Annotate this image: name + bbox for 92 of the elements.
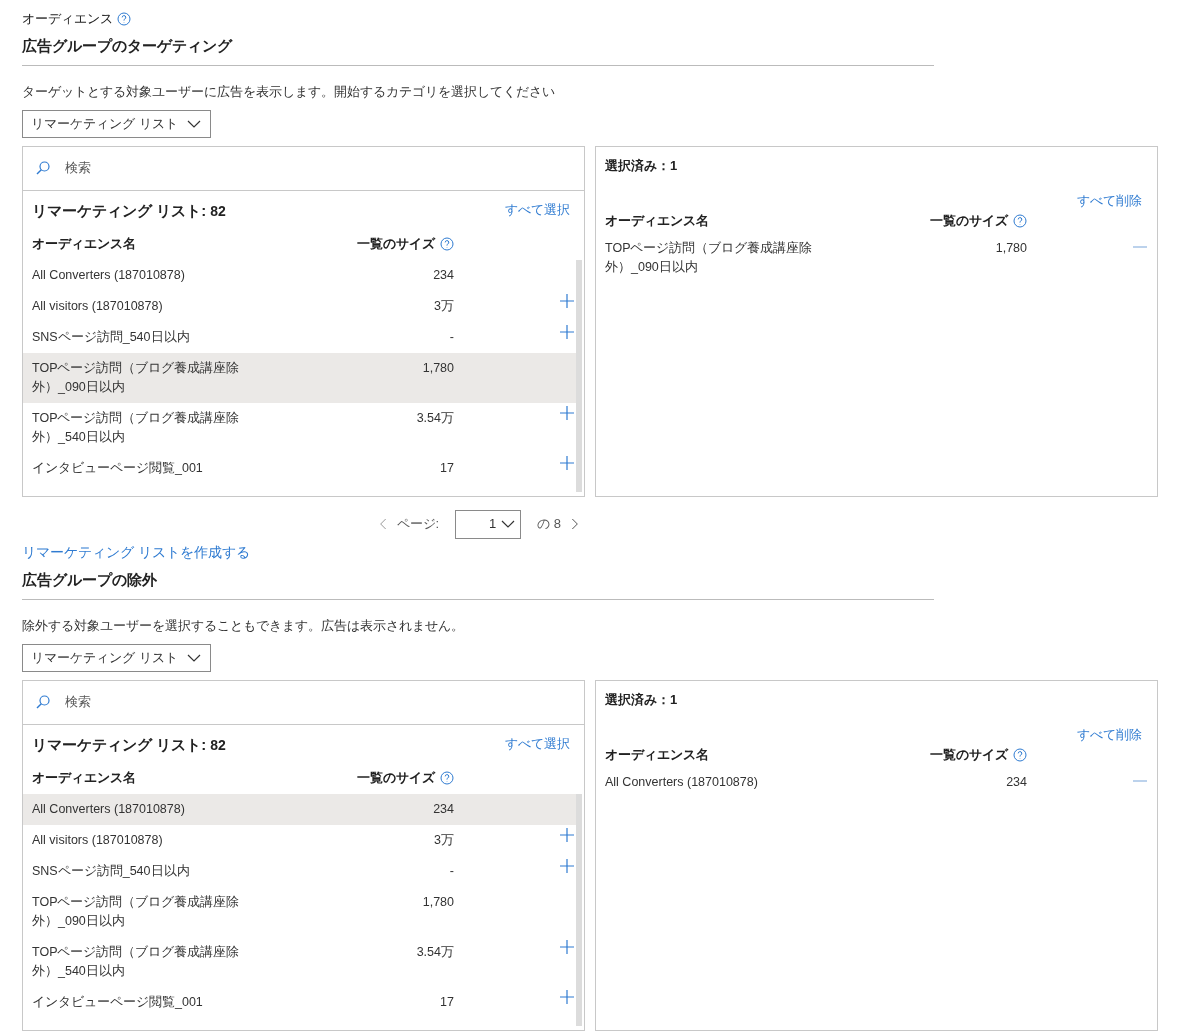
column-header: 一覧のサイズ (357, 769, 435, 788)
audience-size: - (448, 863, 454, 880)
add-icon[interactable] (560, 859, 574, 873)
search-field[interactable]: 検索 (65, 158, 572, 178)
audience-row[interactable]: All visitors (187010878) 3万 (23, 825, 576, 856)
select-all-link[interactable]: すべて選択 (505, 199, 570, 219)
help-icon[interactable] (1013, 213, 1027, 228)
column-header: オーディエンス名 (32, 235, 137, 254)
section-title: 広告グループの除外 (22, 568, 934, 600)
column-header: オーディエンス名 (32, 769, 137, 788)
audience-row[interactable]: All Converters (187010878) 234 (23, 794, 576, 825)
audience-row[interactable]: SNSページ訪問_540日以内 - (23, 322, 576, 353)
add-icon[interactable] (560, 990, 574, 1004)
audience-size: 1,780 (421, 894, 454, 911)
remove-icon[interactable] (1133, 778, 1147, 783)
add-icon[interactable] (560, 828, 574, 842)
audience-row[interactable]: TOPページ訪問（ブログ養成講座除外）_540日以内 3.54万 (23, 403, 576, 453)
audience-label: オーディエンス (22, 10, 113, 28)
selected-count-title: 選択済み：1 (605, 156, 679, 175)
scrollbar[interactable] (576, 794, 582, 1026)
audience-name: All Converters (187010878) (32, 267, 186, 284)
audience-size: 234 (1005, 773, 1027, 791)
audience-name: All Converters (187010878) (605, 773, 759, 791)
audience-row[interactable]: インタビューページ閲覧_001 17 (23, 453, 576, 484)
column-header: オーディエンス名 (605, 211, 710, 230)
help-icon[interactable] (440, 771, 454, 785)
page-dropdown[interactable]: 1 (455, 509, 522, 539)
create-list-link[interactable]: リマーケティング リストを作成する (22, 541, 250, 563)
search-icon (35, 160, 51, 176)
audience-size: 234 (432, 801, 454, 818)
audience-size: - (448, 329, 454, 346)
audience-row[interactable]: All visitors (187010878) 3万 (23, 291, 576, 322)
list-title: リマーケティング リスト: (32, 200, 207, 221)
list-count: 82 (210, 735, 226, 755)
add-icon[interactable] (560, 325, 574, 339)
audience-size: 17 (439, 994, 454, 1011)
audience-size: 3.54万 (415, 944, 454, 961)
add-icon[interactable] (560, 456, 574, 470)
selected-count-title: 選択済み：1 (605, 690, 679, 709)
add-icon[interactable] (560, 294, 574, 308)
list-count: 82 (210, 201, 226, 221)
category-dropdown[interactable]: リマーケティング リスト (22, 643, 211, 672)
list-title: リマーケティング リスト: (32, 734, 207, 755)
column-header: オーディエンス名 (605, 745, 710, 764)
search-icon (35, 694, 51, 710)
page-total: の 8 (537, 515, 561, 534)
help-icon[interactable] (1013, 747, 1027, 762)
section-description: 除外する対象ユーザーを選択することもできます。広告は表示されません。 (22, 617, 465, 635)
add-icon[interactable] (560, 406, 574, 420)
audience-size: 17 (439, 460, 454, 477)
next-page-icon[interactable] (569, 516, 579, 532)
audience-name: All visitors (187010878) (32, 298, 164, 315)
column-header: 一覧のサイズ (357, 235, 435, 254)
remove-all-link[interactable]: すべて削除 (1077, 191, 1142, 211)
remove-icon[interactable] (1133, 244, 1147, 249)
audience-size: 3.54万 (415, 410, 454, 427)
audience-name: インタビューページ閲覧_001 (32, 460, 204, 477)
audience-name: All Converters (187010878) (32, 801, 186, 818)
column-header: 一覧のサイズ (930, 745, 1008, 764)
section-title: 広告グループのターゲティング (22, 34, 934, 66)
audience-name: TOPページ訪問（ブログ養成講座除外）_090日以内 (32, 360, 241, 396)
search-field[interactable]: 検索 (65, 692, 572, 712)
audience-row[interactable]: SNSページ訪問_540日以内 - (23, 856, 576, 887)
column-header: 一覧のサイズ (930, 211, 1008, 230)
audience-size: 1,780 (994, 239, 1027, 257)
audience-name: インタビューページ閲覧_001 (32, 994, 204, 1011)
audience-name: SNSページ訪問_540日以内 (32, 863, 191, 880)
section-description: ターゲットとする対象ユーザーに広告を表示します。開始するカテゴリを選択してください (22, 83, 556, 101)
help-icon[interactable] (440, 237, 454, 251)
help-icon[interactable] (117, 11, 131, 26)
audience-row[interactable]: All Converters (187010878) 234 (23, 260, 576, 291)
category-dropdown[interactable]: リマーケティング リスト (22, 109, 211, 138)
audience-size: 1,780 (421, 360, 454, 377)
audience-size: 3万 (433, 832, 454, 849)
audience-size: 234 (432, 267, 454, 284)
audience-name: All visitors (187010878) (32, 832, 164, 849)
audience-name: TOPページ訪問（ブログ養成講座除外）_540日以内 (32, 944, 241, 980)
scrollbar[interactable] (576, 260, 582, 492)
audience-name: TOPページ訪問（ブログ養成講座除外）_090日以内 (32, 894, 241, 930)
audience-name: SNSページ訪問_540日以内 (32, 329, 191, 346)
audience-row[interactable]: TOPページ訪問（ブログ養成講座除外）_090日以内 1,780 (23, 353, 576, 403)
add-icon[interactable] (560, 940, 574, 954)
audience-row[interactable]: インタビューページ閲覧_001 17 (23, 987, 576, 1018)
audience-name: TOPページ訪問（ブログ養成講座除外）_540日以内 (32, 410, 241, 446)
select-all-link[interactable]: すべて選択 (505, 733, 570, 753)
previous-page-icon[interactable] (378, 516, 389, 532)
audience-name: TOPページ訪問（ブログ養成講座除外）_090日以内 (605, 239, 814, 276)
audience-row[interactable]: TOPページ訪問（ブログ養成講座除外）_540日以内 3.54万 (23, 937, 576, 987)
page-label: ページ: (396, 515, 440, 534)
audience-row[interactable]: TOPページ訪問（ブログ養成講座除外）_090日以内 1,780 (23, 887, 576, 937)
remove-all-link[interactable]: すべて削除 (1077, 725, 1142, 745)
audience-size: 3万 (433, 298, 454, 315)
